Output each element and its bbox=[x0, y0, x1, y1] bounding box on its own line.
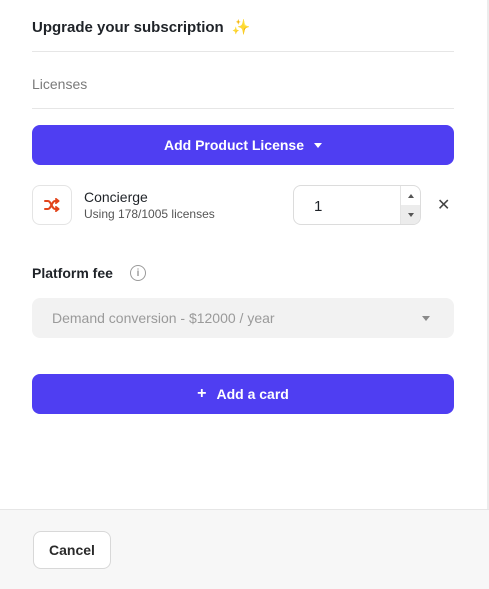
quantity-stepper[interactable]: 1 bbox=[293, 185, 421, 225]
add-product-license-button[interactable]: Add Product License bbox=[32, 125, 454, 165]
plus-icon: + bbox=[197, 385, 207, 402]
add-product-license-label: Add Product License bbox=[163, 137, 305, 153]
product-icon bbox=[32, 185, 72, 225]
quantity-value[interactable]: 1 bbox=[314, 198, 322, 215]
arrow-up-icon bbox=[407, 193, 414, 198]
increment-button[interactable] bbox=[401, 186, 420, 205]
subscription-panel: Upgrade your subscription ✨ Licenses Add… bbox=[0, 0, 489, 589]
decrement-button[interactable] bbox=[401, 205, 420, 224]
product-usage: Using 178/1005 licenses bbox=[84, 207, 215, 221]
shuffle-icon bbox=[44, 198, 60, 212]
cancel-button[interactable]: Cancel bbox=[33, 531, 111, 569]
caret-down-icon bbox=[314, 142, 323, 148]
chevron-down-icon bbox=[422, 316, 430, 321]
platform-fee-select[interactable]: Demand conversion - $12000 / year bbox=[32, 298, 454, 338]
divider bbox=[32, 51, 454, 52]
add-card-button[interactable]: + Add a card bbox=[32, 374, 454, 414]
close-icon[interactable]: ✕ bbox=[437, 195, 450, 215]
page-title: Upgrade your subscription ✨ bbox=[32, 18, 251, 36]
add-card-label: Add a card bbox=[216, 386, 289, 402]
platform-fee-selected: Demand conversion - $12000 / year bbox=[52, 310, 275, 326]
product-name: Concierge bbox=[84, 189, 148, 205]
licenses-section-label: Licenses bbox=[32, 76, 88, 92]
license-row: Concierge Using 178/1005 licenses 1 ✕ bbox=[32, 185, 454, 225]
divider bbox=[32, 108, 454, 109]
sparkles-icon: ✨ bbox=[231, 19, 251, 36]
footer: Cancel bbox=[0, 509, 489, 589]
platform-fee-label: Platform fee bbox=[32, 265, 113, 281]
stepper-arrows bbox=[400, 186, 420, 224]
info-icon[interactable]: i bbox=[130, 265, 146, 281]
title-text: Upgrade your subscription bbox=[32, 19, 224, 36]
arrow-down-icon bbox=[407, 212, 414, 217]
